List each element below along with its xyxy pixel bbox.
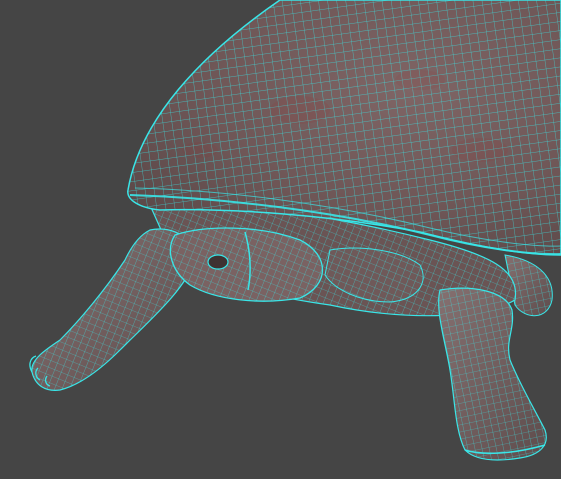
turtle-eye: [207, 254, 229, 270]
3d-viewport[interactable]: [0, 0, 561, 479]
turtle-wireframe-model[interactable]: [0, 0, 561, 479]
